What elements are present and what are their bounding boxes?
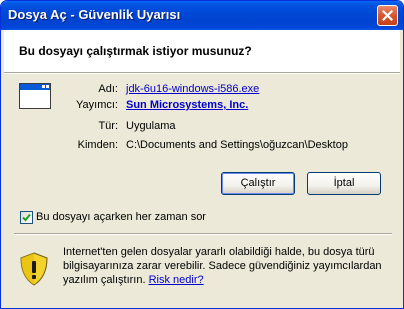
name-label: Adı: bbox=[98, 83, 118, 95]
checkmark-icon bbox=[22, 213, 31, 222]
run-button[interactable]: Çalıştır bbox=[221, 172, 295, 195]
warning-message: Internet'ten gelen dosyalar yararlı olab… bbox=[63, 245, 383, 287]
close-button[interactable] bbox=[377, 5, 398, 26]
type-label: Tür: bbox=[98, 120, 118, 132]
warning-shield-icon bbox=[20, 252, 48, 286]
file-name-link[interactable]: jdk-6u16-windows-i586.exe bbox=[126, 83, 259, 95]
from-label: Kimden: bbox=[77, 139, 118, 151]
security-warning-dialog: Dosya Aç - Güvenlik Uyarısı Bu dosyayı ç… bbox=[0, 0, 404, 309]
question-heading: Bu dosyayı çalıştırmak istiyor musunuz? bbox=[19, 44, 252, 58]
cancel-button[interactable]: İptal bbox=[307, 172, 381, 195]
always-ask-label[interactable]: Bu dosyayı açarken her zaman sor bbox=[36, 211, 206, 223]
warning-text: Internet'ten gelen dosyalar yararlı olab… bbox=[63, 246, 382, 286]
header-pane: Bu dosyayı çalıştırmak istiyor musunuz? bbox=[4, 30, 400, 72]
risk-link[interactable]: Risk nedir? bbox=[149, 274, 204, 286]
window-title: Dosya Aç - Güvenlik Uyarısı bbox=[8, 7, 181, 22]
warning-divider-highlight bbox=[14, 234, 392, 235]
icon-control bbox=[42, 85, 45, 88]
header-divider-highlight bbox=[4, 73, 400, 74]
from-path-value: C:\Documents and Settings\oğuzcan\Deskto… bbox=[126, 139, 348, 151]
type-value: Uygulama bbox=[126, 120, 176, 132]
close-icon bbox=[382, 10, 393, 21]
publisher-label: Yayımcı: bbox=[76, 99, 118, 111]
publisher-link[interactable]: Sun Microsystems, Inc. bbox=[126, 99, 248, 111]
title-bar[interactable]: Dosya Aç - Güvenlik Uyarısı bbox=[1, 1, 403, 30]
always-ask-checkbox[interactable] bbox=[20, 211, 33, 224]
